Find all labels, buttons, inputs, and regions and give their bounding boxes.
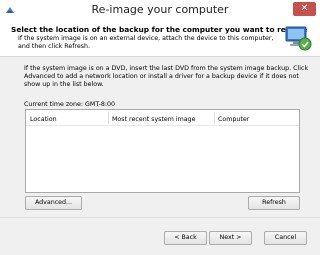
reimage-dialog: Re-image your computer ✕ Select the loca… (0, 0, 320, 255)
cancel-button[interactable]: Cancel (264, 231, 307, 245)
back-button[interactable]: < Back (164, 231, 207, 245)
column-header-location[interactable]: Location (30, 116, 57, 123)
next-button[interactable]: Next > (209, 231, 252, 245)
system-image-list[interactable]: Location Most recent system image Comput… (25, 109, 300, 193)
footer-divider (0, 217, 320, 218)
page-title: Select the location of the backup for th… (11, 25, 308, 34)
page-subtitle: If the system image is on an external de… (18, 35, 274, 50)
title-bar: Re-image your computer ✕ (0, 0, 320, 21)
dialog-body: If the system image is on a DVD, insert … (0, 57, 320, 255)
advanced-button[interactable]: Advanced... (25, 196, 82, 210)
close-button[interactable]: ✕ (293, 2, 316, 16)
window-title: Re-image your computer (91, 3, 229, 16)
column-header-most-recent[interactable]: Most recent system image (112, 116, 196, 123)
header-divider (26, 125, 299, 126)
timezone-label: Current time zone: GMT-8:00 (24, 101, 116, 108)
header-band: Select the location of the backup for th… (0, 21, 320, 57)
instructions-text: If the system image is on a DVD, insert … (24, 65, 309, 89)
column-header-computer[interactable]: Computer (218, 116, 249, 123)
column-divider[interactable] (108, 112, 109, 124)
column-divider[interactable] (214, 112, 215, 124)
computer-disk-icon (285, 26, 312, 51)
refresh-button[interactable]: Refresh (248, 196, 300, 210)
